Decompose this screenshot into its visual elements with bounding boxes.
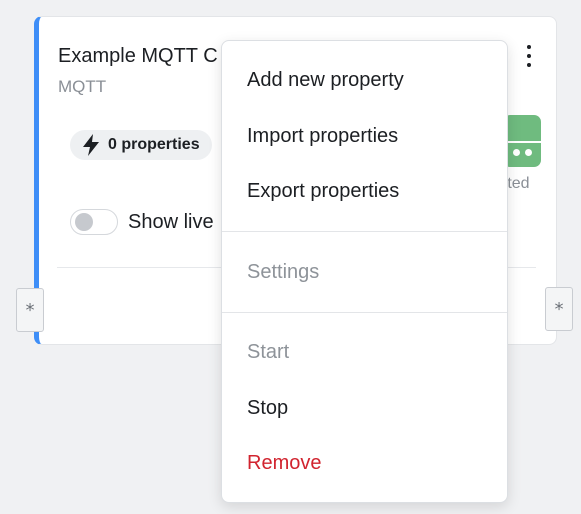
- output-port-handle[interactable]: *: [545, 287, 573, 331]
- input-port-handle[interactable]: *: [16, 288, 44, 332]
- menu-item-stop[interactable]: Stop: [247, 397, 288, 420]
- menu-item-export-properties[interactable]: Export properties: [247, 180, 399, 203]
- show-live-row: Show live: [70, 209, 214, 235]
- menu-item-add-new-property[interactable]: Add new property: [247, 69, 404, 92]
- menu-item-remove[interactable]: Remove: [247, 452, 321, 475]
- menu-item-settings: Settings: [247, 261, 320, 283]
- context-menu: Add new property Import properties Expor…: [221, 40, 508, 503]
- menu-separator: [222, 231, 507, 232]
- menu-item-start: Start: [247, 341, 290, 363]
- show-live-toggle[interactable]: [70, 209, 118, 235]
- menu-item-import-properties[interactable]: Import properties: [247, 125, 398, 148]
- canvas: Example MQTT C MQTT 0 properties Show li…: [0, 0, 581, 514]
- properties-chip[interactable]: 0 properties: [70, 130, 212, 160]
- card-title: Example MQTT C: [58, 45, 218, 67]
- bolt-icon: [82, 134, 100, 156]
- card-subtitle: MQTT: [58, 77, 107, 96]
- toggle-knob: [75, 213, 93, 231]
- properties-count: 0 properties: [108, 136, 200, 153]
- menu-separator: [222, 312, 507, 313]
- kebab-menu-icon[interactable]: [524, 45, 534, 67]
- show-live-label: Show live: [128, 210, 214, 233]
- status-icon: [503, 115, 541, 167]
